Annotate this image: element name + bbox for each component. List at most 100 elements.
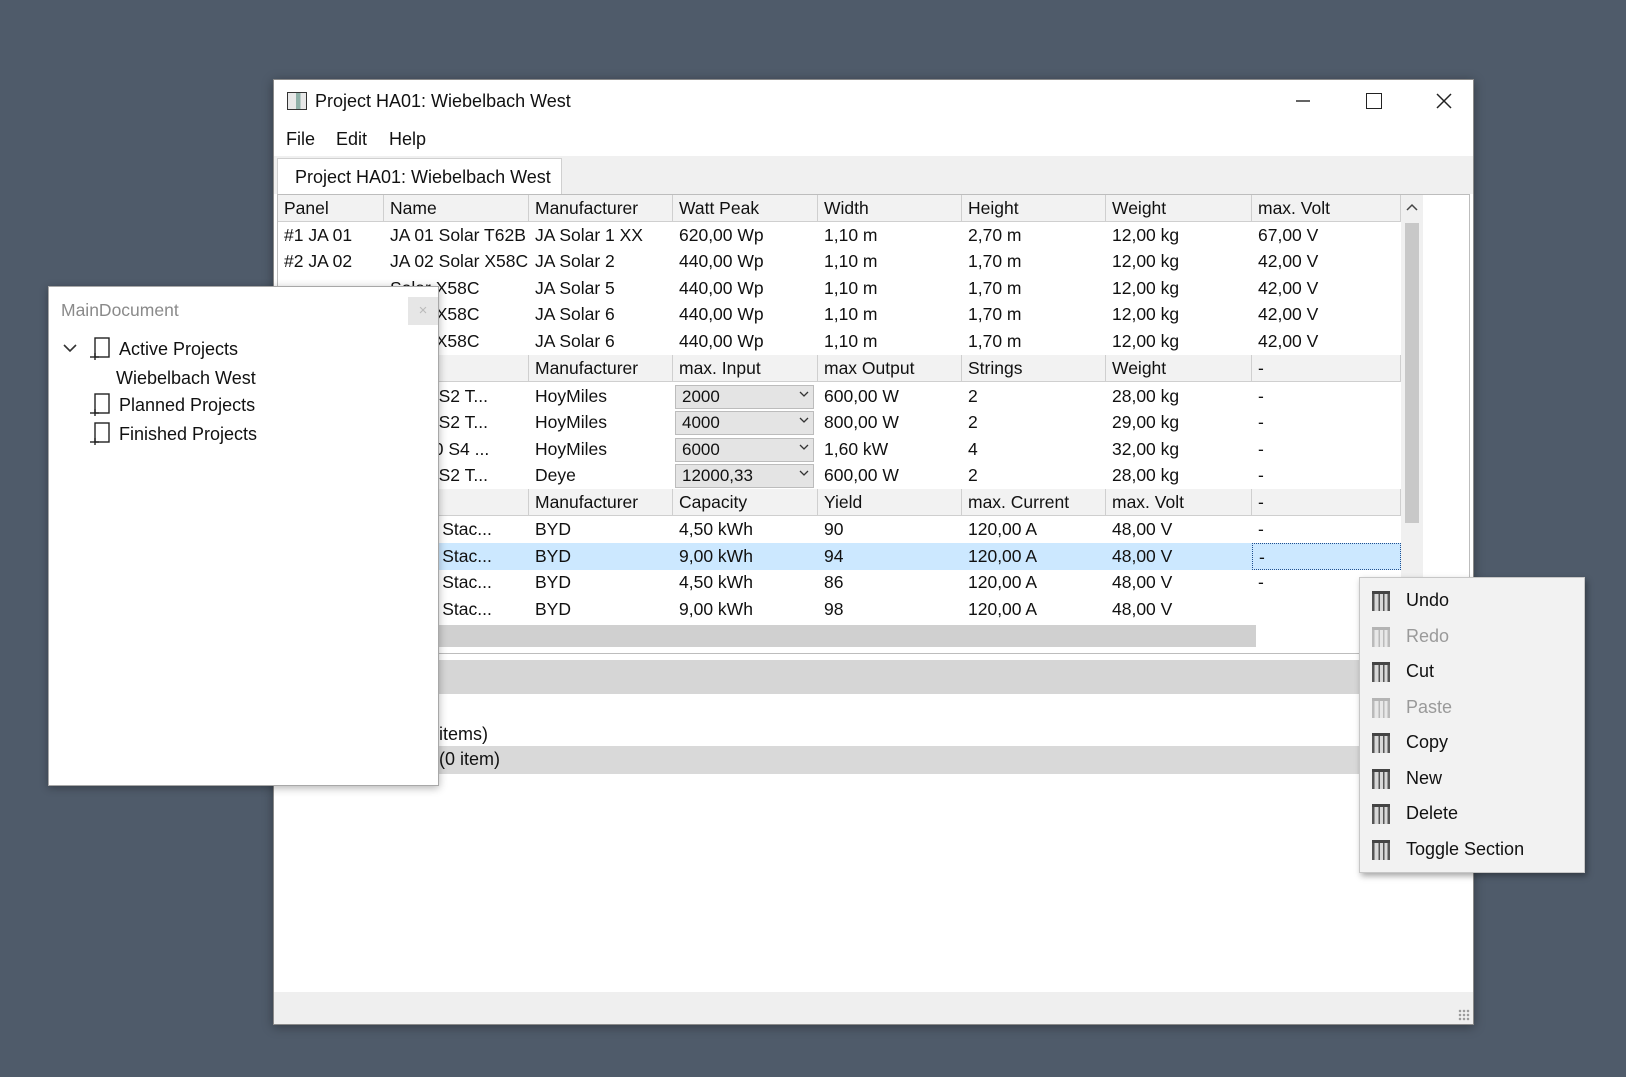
table-row[interactable]: D T02 Stac... BYD 9,00 kWh 94 120,00 A 48,00 …	[278, 542, 1401, 570]
table-cell[interactable]: JA Solar 5	[529, 275, 673, 302]
table-cell[interactable]: 1,10 m	[818, 301, 962, 328]
table-cell[interactable]: 1,70 m	[962, 328, 1106, 355]
table-cell[interactable]: 800,00 W	[818, 409, 962, 436]
table-cell[interactable]: HoyMiles	[529, 436, 673, 463]
table-cell[interactable]: 120,00 A	[962, 542, 1106, 570]
table-cell[interactable]: 1,70 m	[962, 248, 1106, 275]
table-cell[interactable]: -	[1252, 436, 1401, 463]
table-cell[interactable]: 48,00 V	[1106, 596, 1252, 623]
table-cell[interactable]: BYD	[529, 596, 673, 623]
column-header[interactable]: Capacity	[673, 489, 818, 516]
table-cell[interactable]: 12,00 kg	[1106, 248, 1252, 275]
items-band[interactable]: (0 item)	[277, 746, 1470, 774]
table-cell[interactable]: 440,00 Wp	[673, 328, 818, 355]
max-input-combo[interactable]: 12000,33	[675, 464, 814, 488]
context-menu-item-redo[interactable]: Redo	[1360, 618, 1584, 654]
table-cell[interactable]: -	[1252, 542, 1401, 570]
chevron-down-icon[interactable]	[799, 468, 809, 478]
context-menu-item-toggle-section[interactable]: Toggle Section	[1360, 831, 1584, 867]
table-cell[interactable]: 600,00 W	[818, 383, 962, 410]
menu-help[interactable]: Help	[389, 129, 426, 150]
table-cell[interactable]: 12,00 kg	[1106, 275, 1252, 302]
table-cell[interactable]: -	[1252, 516, 1401, 543]
table-cell[interactable]: HoyMiles	[529, 383, 673, 410]
table-cell[interactable]: 98	[818, 596, 962, 623]
table-cell[interactable]: 48,00 V	[1106, 542, 1252, 570]
table-row[interactable]: Solar X58CJA Solar 6440,00 Wp1,10 m1,70 …	[278, 328, 1401, 355]
table-row[interactable]: Solar X58CJA Solar 6440,00 Wp1,10 m1,70 …	[278, 301, 1401, 328]
context-menu-item-cut[interactable]: Cut	[1360, 653, 1584, 689]
chevron-down-icon[interactable]	[799, 389, 809, 399]
column-header[interactable]: Strings	[962, 354, 1106, 382]
table-cell[interactable]: 2	[962, 383, 1106, 410]
table-cell[interactable]: 48,00 V	[1106, 516, 1252, 543]
table-cell[interactable]: #2 JA 02	[278, 248, 384, 275]
table-cell[interactable]: 67,00 V	[1252, 222, 1401, 249]
table-cell[interactable]: BYD	[529, 516, 673, 543]
table-cell[interactable]: JA 01 Solar T62B	[384, 222, 529, 249]
column-header[interactable]: -	[1252, 489, 1401, 516]
table-cell[interactable]: -	[1252, 409, 1401, 436]
table-cell[interactable]: 1,10 m	[818, 275, 962, 302]
tree-item-finished-projects[interactable]: Finished Projects	[119, 424, 257, 445]
table-cell[interactable]: 86	[818, 569, 962, 596]
max-input-combo[interactable]: 6000	[675, 437, 814, 462]
column-header[interactable]: Weight	[1106, 195, 1252, 222]
table-cell[interactable]: 120,00 A	[962, 569, 1106, 596]
column-header[interactable]: Height	[962, 195, 1106, 222]
horizontal-scrollbar[interactable]	[418, 625, 1256, 647]
context-menu-item-copy[interactable]: Copy	[1360, 724, 1584, 760]
table-cell[interactable]: 48,00 V	[1106, 569, 1252, 596]
column-header[interactable]: Name	[384, 195, 529, 222]
table-cell[interactable]: HoyMiles	[529, 409, 673, 436]
table-cell[interactable]: Deye	[529, 462, 673, 489]
table-cell[interactable]: 9,00 kWh	[673, 596, 818, 623]
resize-grip-icon[interactable]	[1458, 1009, 1470, 1021]
table-cell[interactable]: 120,00 A	[962, 516, 1106, 543]
tree-item-active-projects[interactable]: Active Projects	[119, 339, 238, 360]
max-input-combo[interactable]: 4000	[675, 411, 814, 435]
table-row[interactable]: D T02 Stac... BYD 9,00 kWh 98 120,00 A 48,00 …	[278, 596, 1401, 623]
table-cell[interactable]: 90	[818, 516, 962, 543]
close-button[interactable]	[1413, 80, 1473, 122]
max-input-combo[interactable]: 2000	[675, 384, 814, 409]
table-cell[interactable]: 6000	[673, 436, 818, 463]
context-menu-item-new[interactable]: New	[1360, 760, 1584, 796]
column-header[interactable]: Width	[818, 195, 962, 222]
column-header[interactable]: Yield	[818, 489, 962, 516]
scroll-thumb[interactable]	[1405, 223, 1419, 523]
table-cell[interactable]: 1,10 m	[818, 248, 962, 275]
table-cell[interactable]: 28,00 kg	[1106, 462, 1252, 489]
column-header[interactable]: Panel	[278, 195, 384, 222]
table-cell[interactable]: 94	[818, 542, 962, 570]
chevron-down-icon[interactable]	[799, 415, 809, 425]
title-bar[interactable]: Project HA01: Wiebelbach West	[274, 80, 1473, 122]
tree-item-planned-projects[interactable]: Planned Projects	[119, 395, 255, 416]
scroll-up-icon[interactable]	[1406, 203, 1418, 211]
table-cell[interactable]: 1,70 m	[962, 275, 1106, 302]
table-cell[interactable]: 12,00 kg	[1106, 222, 1252, 249]
minimize-button[interactable]	[1272, 80, 1334, 122]
table-row[interactable]: M800 S2 T...HoyMiles4000800,00 W229,00 k…	[278, 409, 1401, 436]
table-row[interactable]: D T01 Stac... BYD 4,50 kWh 90 120,00 A 48,00 …	[278, 516, 1401, 543]
table-cell[interactable]: 32,00 kg	[1106, 436, 1252, 463]
menu-edit[interactable]: Edit	[336, 129, 367, 150]
table-cell[interactable]: 4	[962, 436, 1106, 463]
table-cell[interactable]: 1,10 m	[818, 222, 962, 249]
column-header[interactable]: max Output	[818, 354, 962, 382]
table-cell[interactable]: JA Solar 6	[529, 301, 673, 328]
panel-close-button[interactable]: ×	[408, 297, 438, 325]
column-header[interactable]: Manufacturer	[529, 354, 673, 382]
table-cell[interactable]: 440,00 Wp	[673, 248, 818, 275]
data-grid[interactable]: Panel Name Manufacturer Watt Peak Width Heigh…	[277, 194, 1470, 654]
table-cell[interactable]: 42,00 V	[1252, 275, 1401, 302]
column-header[interactable]: -	[1252, 354, 1401, 382]
table-cell[interactable]: 620,00 Wp	[673, 222, 818, 249]
table-cell[interactable]: 1,60 kW	[818, 436, 962, 463]
context-menu-item-delete[interactable]: Delete	[1360, 795, 1584, 831]
table-cell[interactable]: 600,00 W	[818, 462, 962, 489]
table-cell[interactable]: 1,70 m	[962, 301, 1106, 328]
table-cell[interactable]: BYD	[529, 542, 673, 570]
table-row[interactable]: M1600 S4 ... HoyMiles 6000 1,60 kW 4 32,00 kg…	[278, 436, 1401, 463]
table-cell[interactable]: 42,00 V	[1252, 248, 1401, 275]
